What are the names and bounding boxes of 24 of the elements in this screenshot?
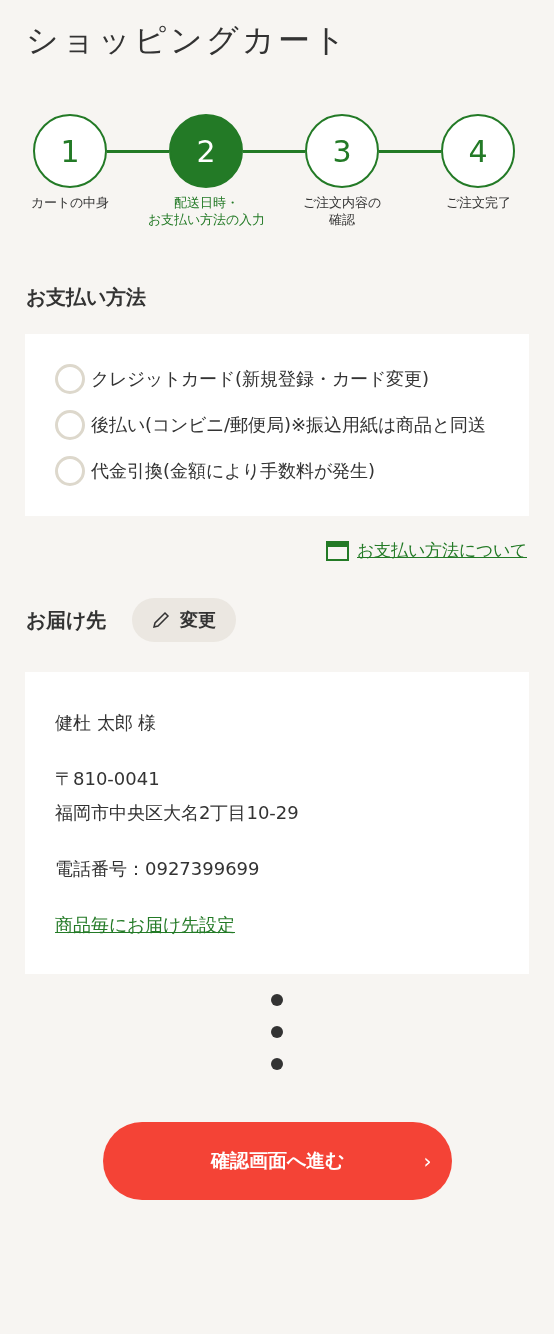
radio-button[interactable] bbox=[55, 364, 85, 394]
page-title: ショッピングカート bbox=[25, 20, 349, 56]
address-text: 福岡市中央区大名2丁目10-29 bbox=[55, 800, 299, 825]
change-button[interactable]: 変更 bbox=[132, 597, 236, 642]
postal-code: 〒810-0041 bbox=[55, 766, 160, 791]
phone-number: 電話番号：0927399699 bbox=[55, 856, 260, 881]
radio-label: 後払い(コンビニ/郵便局)※振込用紙は商品と同送 bbox=[91, 413, 487, 437]
step-label: カートの中身 bbox=[31, 194, 109, 211]
payment-info-link[interactable]: お支払い方法について bbox=[326, 538, 527, 564]
radio-button[interactable] bbox=[55, 456, 85, 486]
radio-button[interactable] bbox=[55, 410, 85, 440]
chevron-icon: › bbox=[423, 1145, 432, 1176]
pencil-icon bbox=[152, 610, 170, 629]
recipient-name: 健杜 太郎 様 bbox=[55, 710, 157, 735]
radio-label: 代金引換(金額により手数料が発生) bbox=[91, 459, 376, 483]
radio-label: クレジットカード(新規登録・カード変更) bbox=[91, 367, 430, 391]
delivery-settings-link[interactable]: 商品毎にお届け先設定 bbox=[55, 907, 235, 942]
section-heading: お届け先 bbox=[26, 606, 106, 634]
section-heading: お支払い方法 bbox=[26, 284, 146, 311]
step-label: 配送日時・ お支払い方法の入力 bbox=[147, 194, 265, 228]
step-label: ご注文内容の 確認 bbox=[303, 194, 381, 228]
confirm-button[interactable]: 確認画面へ進む › bbox=[102, 1121, 452, 1200]
step-label: ご注文完了 bbox=[445, 194, 511, 211]
window-icon bbox=[326, 540, 349, 561]
